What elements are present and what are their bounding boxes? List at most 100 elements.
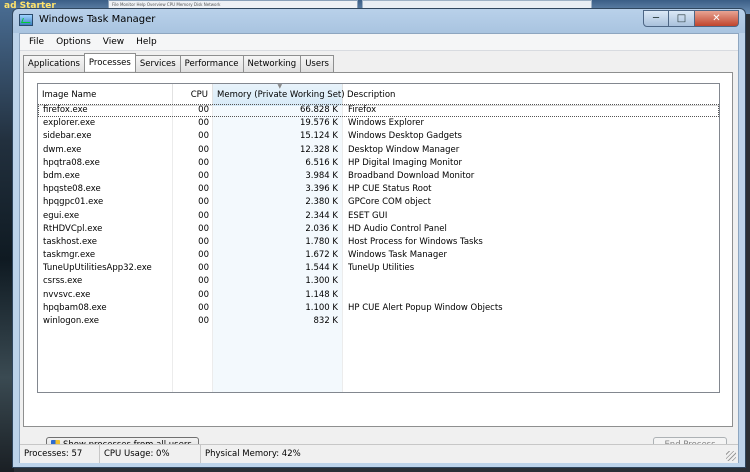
process-memory-cell: 6.516 K (305, 157, 338, 168)
process-name-cell: hpqtra08.exe (43, 157, 100, 168)
column-header-cpu[interactable]: CPU (173, 84, 213, 106)
process-cpu-cell: 00 (198, 105, 209, 115)
menu-help[interactable]: Help (130, 34, 163, 51)
process-row[interactable]: taskmgr.exe 00 1.672 K Windows Task Manager (38, 249, 719, 262)
process-cpu-cell: 00 (198, 118, 209, 129)
process-name-cell: TuneUpUtilitiesApp32.exe (43, 263, 152, 274)
process-name-cell: hpqbam08.exe (43, 302, 107, 313)
process-description-cell: HD Audio Control Panel (348, 223, 447, 234)
process-name-cell: taskmgr.exe (43, 250, 96, 261)
process-memory-cell: 2.344 K (305, 210, 338, 221)
column-header-description[interactable]: Description (343, 84, 719, 106)
process-description-cell: HP CUE Alert Popup Window Objects (348, 302, 503, 313)
minimize-button[interactable]: ─ (643, 10, 669, 27)
menu-view[interactable]: View (97, 34, 130, 51)
process-name-cell: explorer.exe (43, 118, 96, 129)
process-description-cell: Firefox (348, 105, 377, 115)
process-row[interactable]: winlogon.exe 00 832 K (38, 315, 719, 328)
process-memory-cell: 1.148 K (305, 289, 338, 300)
process-cpu-cell: 00 (198, 236, 209, 247)
process-cpu-cell: 00 (198, 184, 209, 195)
process-description-cell: Windows Explorer (348, 118, 425, 129)
process-list[interactable]: Image Name CPU ▼ Memory (Private Working… (37, 83, 720, 393)
menu-options[interactable]: Options (50, 34, 97, 51)
process-description-cell: GPCore COM object (348, 197, 431, 208)
window-title: Windows Task Manager (39, 14, 156, 25)
process-name-cell: taskhost.exe (43, 236, 98, 247)
process-cpu-cell: 00 (198, 131, 209, 142)
process-row[interactable]: sidebar.exe 00 15.124 K Windows Desktop Gad… (38, 130, 719, 143)
process-row[interactable]: csrss.exe 00 1.300 K (38, 275, 719, 288)
process-name-cell: dwm.exe (43, 144, 82, 155)
process-row[interactable]: bdm.exe 00 3.984 K Broadband Download Monit… (38, 170, 719, 183)
process-description-cell: ESET GUI (348, 210, 388, 221)
process-cpu-cell: 00 (198, 289, 209, 300)
process-row[interactable]: TuneUpUtilitiesApp32.exe 00 1.544 K TuneUp … (38, 262, 719, 275)
task-manager-window: Windows Task Manager ─ □ ✕ File Options … (12, 8, 746, 468)
process-row[interactable]: nvvsvc.exe 00 1.148 K (38, 289, 719, 302)
window-client-area: File Options View Help Applications Proc… (19, 33, 739, 463)
process-row[interactable]: hpqbam08.exe 00 1.100 K HP CUE Alert Popup … (38, 302, 719, 315)
process-row[interactable]: hpqgpc01.exe 00 2.380 K GPCore COM object (38, 196, 719, 209)
column-header-memory[interactable]: ▼ Memory (Private Working Set) (213, 83, 345, 106)
process-row[interactable]: RtHDVCpl.exe 00 2.036 K HD Audio Control Pa… (38, 223, 719, 236)
process-row[interactable]: hpqste08.exe 00 3.396 K HP CUE Status Root (38, 183, 719, 196)
process-name-cell: hpqgpc01.exe (43, 197, 104, 208)
tab-applications[interactable]: Applications (23, 55, 85, 72)
process-cpu-cell: 00 (198, 210, 209, 221)
tab-processes[interactable]: Processes (83, 53, 136, 71)
close-button[interactable]: ✕ (695, 10, 739, 27)
process-name-cell: csrss.exe (43, 276, 83, 287)
process-name-cell: firefox.exe (43, 105, 88, 115)
process-description-cell: Broadband Download Monitor (348, 170, 475, 181)
process-memory-cell: 1.780 K (305, 236, 338, 247)
process-cpu-cell: 00 (198, 316, 209, 326)
process-row[interactable]: explorer.exe 00 19.576 K Windows Explorer (38, 117, 719, 130)
status-bar: Processes: 57 CPU Usage: 0% Physical Mem… (20, 444, 738, 463)
process-name-cell: RtHDVCpl.exe (43, 223, 103, 234)
process-cpu-cell: 00 (198, 157, 209, 168)
process-row[interactable]: firefox.exe 00 66.828 K Firefox (38, 104, 719, 118)
maximize-button[interactable]: □ (669, 10, 695, 27)
tab-services[interactable]: Services (134, 55, 181, 72)
window-controls: ─ □ ✕ (643, 10, 739, 27)
process-cpu-cell: 00 (198, 144, 209, 155)
process-memory-cell: 12.328 K (299, 144, 338, 155)
title-bar[interactable]: Windows Task Manager ─ □ ✕ (13, 9, 745, 33)
tab-networking[interactable]: Networking (242, 55, 302, 72)
column-header-image-name[interactable]: Image Name (38, 84, 173, 106)
process-row[interactable]: hpqtra08.exe 00 6.516 K HP Digital Imaging … (38, 157, 719, 170)
process-name-cell: hpqste08.exe (43, 184, 101, 195)
menu-bar: File Options View Help (20, 34, 738, 51)
process-memory-cell: 1.100 K (305, 302, 338, 313)
resize-grip-icon[interactable] (726, 451, 736, 461)
process-name-cell: sidebar.exe (43, 131, 92, 142)
process-memory-cell: 3.984 K (305, 170, 338, 181)
sort-descending-icon: ▼ (277, 83, 283, 90)
menu-file[interactable]: File (23, 34, 50, 51)
process-memory-cell: 2.380 K (305, 197, 338, 208)
tab-users[interactable]: Users (300, 55, 334, 72)
process-cpu-cell: 00 (198, 170, 209, 181)
process-name-cell: winlogon.exe (43, 316, 100, 326)
process-rows: firefox.exe 00 66.828 K Firefox explorer.exe… (38, 104, 719, 328)
task-manager-icon (19, 14, 33, 26)
process-name-cell: nvvsvc.exe (43, 289, 91, 300)
process-cpu-cell: 00 (198, 197, 209, 208)
process-description-cell: TuneUp Utilities (348, 263, 415, 274)
process-cpu-cell: 00 (198, 263, 209, 274)
process-cpu-cell: 00 (198, 250, 209, 261)
process-description-cell: HP Digital Imaging Monitor (348, 157, 463, 168)
process-list-header: Image Name CPU ▼ Memory (Private Working… (38, 84, 719, 106)
process-memory-cell: 1.544 K (305, 263, 338, 274)
process-cpu-cell: 00 (198, 302, 209, 313)
process-row[interactable]: taskhost.exe 00 1.780 K Host Process for Wi… (38, 236, 719, 249)
column-header-memory-label: Memory (Private Working Set) (217, 90, 345, 100)
process-description-cell: Windows Desktop Gadgets (348, 131, 462, 142)
tab-performance[interactable]: Performance (179, 55, 244, 72)
tab-strip: Applications Processes Services Performa… (23, 53, 334, 72)
process-description-cell: Host Process for Windows Tasks (348, 236, 483, 247)
process-memory-cell: 2.036 K (305, 223, 338, 234)
process-row[interactable]: dwm.exe 00 12.328 K Desktop Window Manager (38, 144, 719, 157)
process-row[interactable]: egui.exe 00 2.344 K ESET GUI (38, 210, 719, 223)
